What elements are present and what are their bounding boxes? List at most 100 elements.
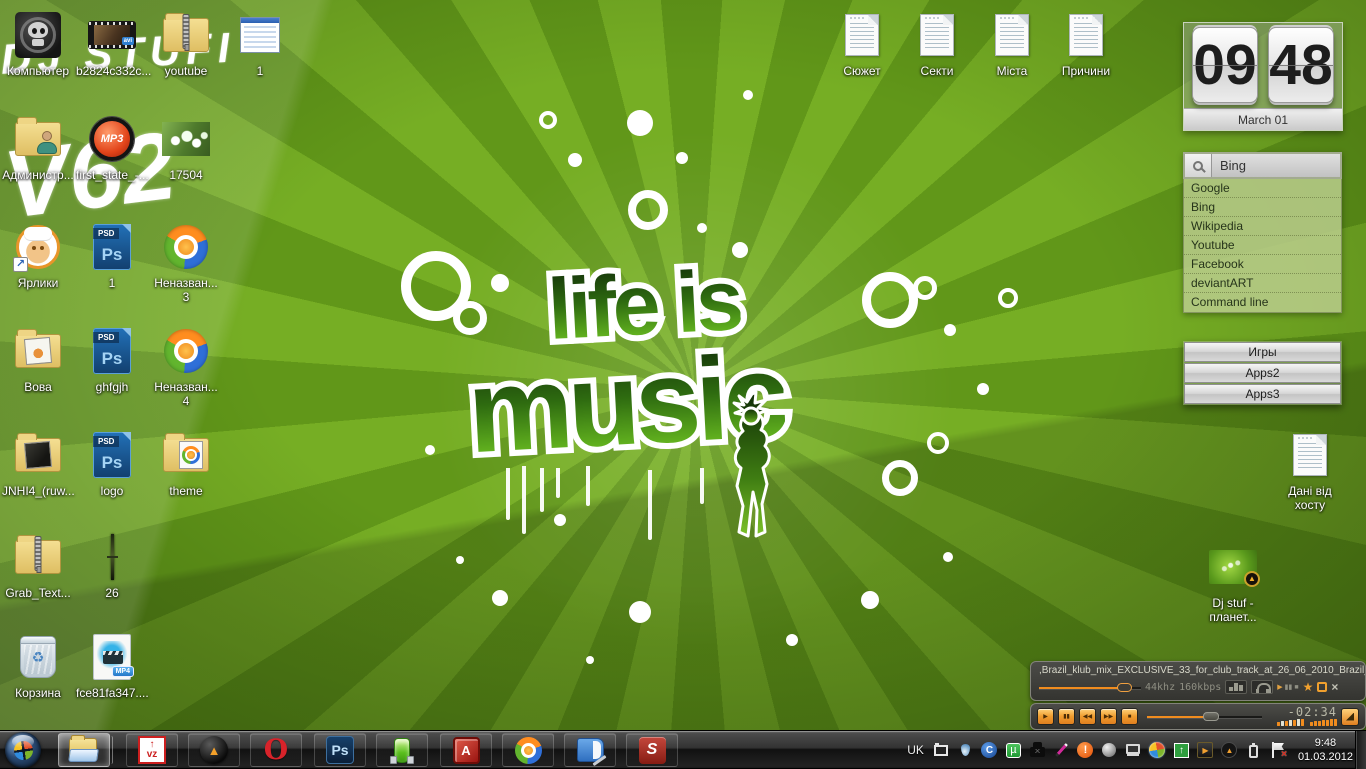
utorrent-icon[interactable]: µ bbox=[1005, 742, 1022, 759]
desktop-icon-logo[interactable]: PSDPslogo bbox=[76, 428, 148, 498]
desktop-icon-label: Вова bbox=[24, 380, 52, 394]
seek-slider[interactable] bbox=[1147, 711, 1262, 722]
desktop-icon-first-state[interactable]: MP3first_state_-... bbox=[76, 112, 148, 182]
desktop-icon-recycle-bin[interactable]: ♻Корзина bbox=[2, 630, 74, 700]
next-button[interactable]: ▶▶ bbox=[1100, 708, 1117, 725]
desktop-icon-yarlyky[interactable]: ↗Ярлики bbox=[2, 220, 74, 290]
desktop-icon-sekty[interactable]: Секти bbox=[901, 8, 973, 78]
taskbar-clock[interactable]: 9:48 01.03.2012 bbox=[1298, 736, 1353, 764]
blue-c-icon[interactable]: C bbox=[981, 742, 998, 759]
search-button[interactable] bbox=[1185, 154, 1212, 177]
mp4-file-icon: MP4 bbox=[93, 634, 131, 680]
taskbar-button-chrome[interactable] bbox=[502, 733, 554, 767]
close-icon[interactable]: × bbox=[1331, 680, 1338, 694]
battery-icon[interactable] bbox=[1245, 742, 1262, 759]
star-icon[interactable]: ★ bbox=[1303, 680, 1314, 694]
show-desktop-button[interactable] bbox=[1355, 731, 1366, 769]
desktop-icon-17504[interactable]: 17504 bbox=[150, 112, 222, 182]
desktop-icon-vova[interactable]: Вова bbox=[2, 324, 74, 394]
playlist-window[interactable]: ▶ ▮▮ ◀◀ ▶▶ ■ -02:34 bbox=[1030, 703, 1366, 730]
search-engine-item[interactable]: Youtube bbox=[1184, 236, 1341, 255]
mail-hat-icon[interactable] bbox=[1029, 742, 1046, 759]
taskbar-button-photoshop[interactable]: Ps bbox=[314, 733, 366, 767]
mini-stop-icon[interactable]: ■ bbox=[1294, 684, 1298, 691]
alert-icon[interactable]: ! bbox=[1077, 742, 1094, 759]
search-engine-item[interactable]: deviantART bbox=[1184, 274, 1341, 293]
desktop-icon-label: b2824c332c... bbox=[76, 64, 148, 78]
mini-player-icon[interactable]: ▶ bbox=[1197, 742, 1214, 759]
wallpaper-drip bbox=[700, 468, 704, 504]
desktop-icon-youtube[interactable]: youtube bbox=[150, 8, 222, 78]
start-button[interactable] bbox=[5, 732, 41, 768]
taskbar-button-vz[interactable]: ↑vz bbox=[126, 733, 178, 767]
desktop-icon-dj-stuf-planet[interactable]: ▲Dj stuf - планет... bbox=[1197, 540, 1269, 624]
volume-bars[interactable] bbox=[1277, 719, 1337, 726]
windows-update-icon[interactable] bbox=[1149, 742, 1166, 759]
apps3-button[interactable]: Apps3 bbox=[1184, 384, 1341, 404]
desktop-icon-b2824[interactable]: avib2824c332c... bbox=[76, 8, 148, 78]
search-engine-item[interactable]: Wikipedia bbox=[1184, 217, 1341, 236]
desktop-icon-grab-text[interactable]: Grab_Text... bbox=[2, 530, 74, 600]
maximize-icon[interactable] bbox=[1317, 682, 1327, 692]
pencil-icon[interactable] bbox=[1053, 742, 1070, 759]
search-engine-item[interactable]: Facebook bbox=[1184, 255, 1341, 274]
desktop-icon-jnhi4[interactable]: JNHI4_(ruw... bbox=[2, 428, 74, 498]
taskbar-button-aimp[interactable]: ▲ bbox=[188, 733, 240, 767]
time-remaining: -02:34 bbox=[1288, 707, 1337, 717]
desktop-icon-one-window[interactable]: 1 bbox=[224, 8, 296, 78]
monitor-icon[interactable] bbox=[1125, 742, 1142, 759]
clock-gadget[interactable]: 09 48 March 01 bbox=[1183, 22, 1343, 131]
taskbar-button-sapp[interactable]: S bbox=[626, 733, 678, 767]
desktop-icon-nenazvan4[interactable]: Неназван... 4 bbox=[150, 324, 222, 408]
aimp-tray-icon[interactable]: ▲ bbox=[1221, 742, 1238, 759]
play-button[interactable]: ▶ bbox=[1037, 708, 1054, 725]
desktop-icon-ghfgjh[interactable]: PSDPsghfgjh bbox=[76, 324, 148, 394]
search-bar[interactable]: Bing bbox=[1183, 152, 1342, 179]
desktop-icon-theme[interactable]: theme bbox=[150, 428, 222, 498]
desktop-icon-fce81[interactable]: MP4fce81fa347.... bbox=[76, 630, 148, 700]
taskbar-button-explorer[interactable] bbox=[58, 733, 110, 767]
green-upload-icon[interactable]: ↑ bbox=[1173, 742, 1190, 759]
player-progress-slider[interactable] bbox=[1039, 683, 1141, 692]
text-document-icon bbox=[920, 14, 954, 56]
desktop-icon-one-psd[interactable]: PSDPs1 bbox=[76, 220, 148, 290]
photo-thumbnail-icon bbox=[162, 122, 210, 156]
player-window[interactable]: ,Brazil_klub_mix_EXCLUSIVE_33_for_club_t… bbox=[1030, 661, 1366, 701]
search-engine-item[interactable]: Command line bbox=[1184, 293, 1341, 312]
player-sample-rate: 44khz bbox=[1145, 682, 1175, 693]
search-input[interactable]: Bing bbox=[1212, 154, 1340, 177]
prev-button[interactable]: ◀◀ bbox=[1079, 708, 1096, 725]
search-engine-item[interactable]: Google bbox=[1184, 179, 1341, 198]
taskbar-button-book[interactable] bbox=[564, 733, 616, 767]
language-indicator[interactable]: UK bbox=[907, 743, 924, 757]
sphere-icon[interactable] bbox=[1101, 742, 1118, 759]
desktop-icon-26[interactable]: 26 bbox=[76, 530, 148, 600]
apps2-button[interactable]: Apps2 bbox=[1184, 363, 1341, 383]
taskbar-button-qip[interactable] bbox=[376, 733, 428, 767]
games-button[interactable]: Игры bbox=[1184, 342, 1341, 362]
mini-play-icon[interactable]: ▶ bbox=[1277, 683, 1282, 691]
system-tray: UK Cµ! ↑ ▶ ▲ × 9:48 01.03.2012 bbox=[907, 731, 1353, 769]
desktop-icon-label: Dj stuf - планет... bbox=[1197, 596, 1269, 624]
desktop-icon-nenazvan3[interactable]: Неназван... 3 bbox=[150, 220, 222, 304]
wallpaper-dot bbox=[554, 514, 566, 526]
taskbar-button-opera[interactable]: O bbox=[250, 733, 302, 767]
headphones-icon[interactable] bbox=[1251, 680, 1273, 694]
desktop-icon-admin[interactable]: Администр... bbox=[2, 112, 74, 182]
visualization-icon[interactable] bbox=[1225, 680, 1247, 694]
network-icon[interactable] bbox=[933, 742, 950, 759]
mini-pause-icon[interactable]: ▮▮ bbox=[1285, 683, 1293, 691]
action-center-flag-icon[interactable]: × bbox=[1269, 742, 1286, 759]
desktop-icon-computer[interactable]: Компьютер bbox=[2, 8, 74, 78]
stop-button[interactable]: ■ bbox=[1121, 708, 1138, 725]
pause-button[interactable]: ▮▮ bbox=[1058, 708, 1075, 725]
raindrop-icon[interactable] bbox=[957, 742, 974, 759]
desktop-icon-prychyny[interactable]: Причини bbox=[1050, 8, 1122, 78]
user-folder-icon bbox=[15, 122, 61, 156]
search-engine-item[interactable]: Bing bbox=[1184, 198, 1341, 217]
taskbar-button-lingvo[interactable]: A bbox=[440, 733, 492, 767]
desktop-icon-mista[interactable]: Міста bbox=[976, 8, 1048, 78]
desktop-icon-syuzhet[interactable]: Сюжет bbox=[826, 8, 898, 78]
desktop-icon-dani-vid-khostu[interactable]: Дані від хосту bbox=[1274, 428, 1346, 512]
eject-button[interactable] bbox=[1341, 708, 1359, 726]
